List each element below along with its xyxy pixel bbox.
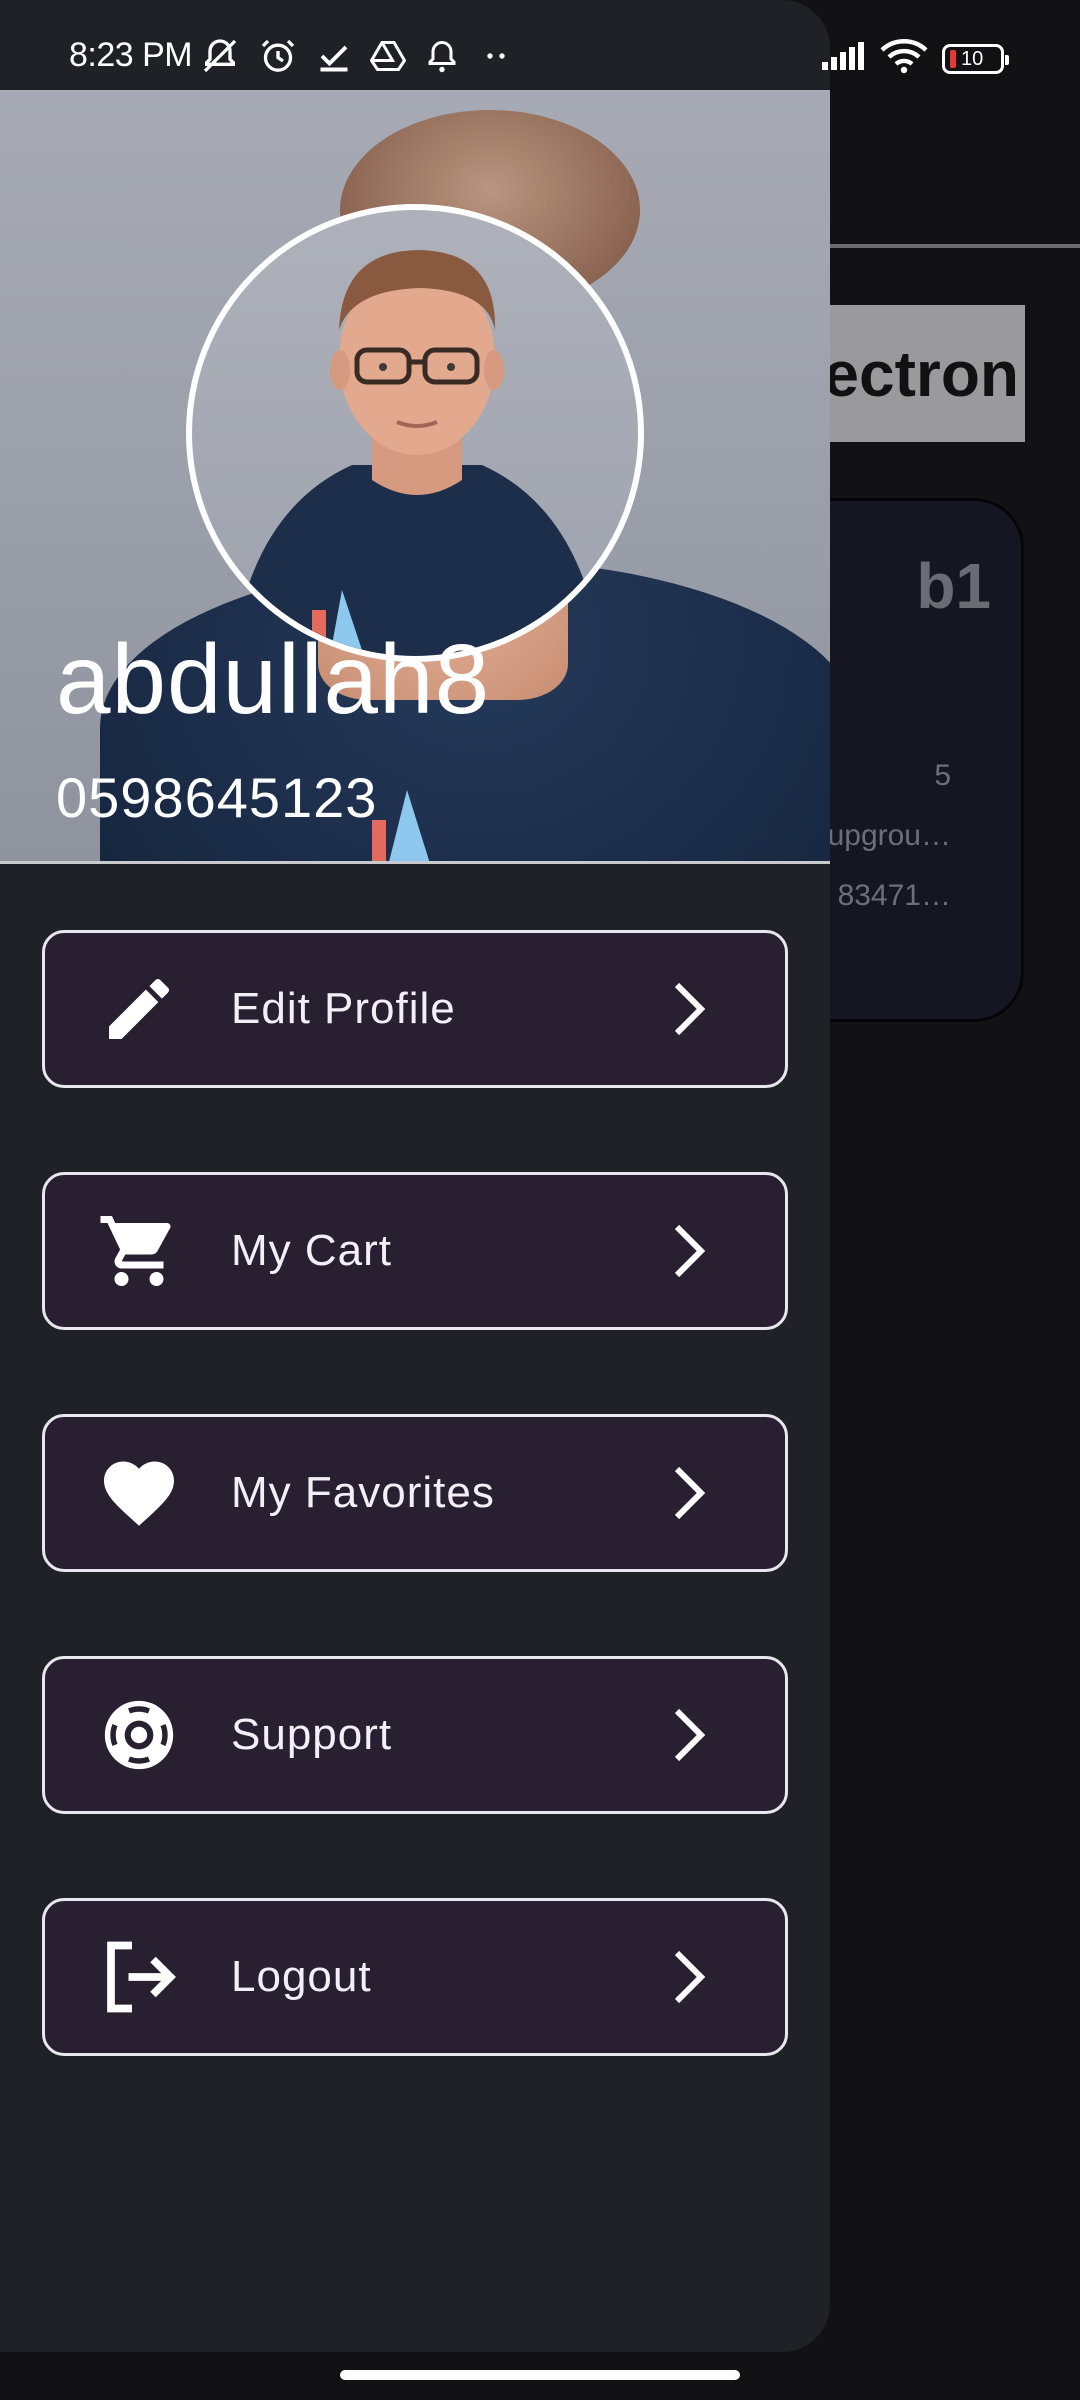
logout-icon	[97, 1935, 181, 2019]
background-divider	[830, 244, 1080, 248]
pencil-icon	[97, 967, 181, 1051]
chevron-right-icon	[674, 1224, 706, 1278]
menu-item-my-favorites[interactable]: My Favorites	[42, 1414, 788, 1572]
menu-item-label: My Cart	[231, 1226, 392, 1275]
battery-fill	[950, 49, 956, 68]
status-bar: 8:23 PM 10	[0, 0, 1080, 90]
chevron-right-icon	[674, 982, 706, 1036]
shirt-logo-icon	[372, 790, 430, 861]
profile-username: abdullah8	[56, 624, 491, 734]
muted-bell-icon	[200, 36, 240, 76]
menu-item-label: My Favorites	[231, 1468, 495, 1517]
background-card-line: upgrou…	[827, 819, 951, 852]
check-icon	[316, 38, 352, 74]
chevron-right-icon	[674, 1708, 706, 1762]
drawer-header: abdullah8 0598645123	[0, 90, 830, 864]
background-card-line: 5	[934, 759, 951, 792]
notification-bell-icon	[424, 38, 460, 74]
menu-item-label: Edit Profile	[231, 984, 456, 1033]
menu-item-label: Support	[231, 1710, 393, 1759]
chevron-right-icon	[674, 1950, 706, 2004]
home-indicator[interactable]	[340, 2370, 740, 2380]
menu-item-my-cart[interactable]: My Cart	[42, 1172, 788, 1330]
background-card-line: 83471…	[837, 879, 951, 912]
alarm-icon	[258, 36, 298, 76]
battery-icon: 10	[942, 43, 1009, 74]
drive-icon	[370, 38, 406, 74]
signal-icon	[820, 40, 866, 77]
menu-item-support[interactable]: Support	[42, 1656, 788, 1814]
profile-phone: 0598645123	[56, 766, 378, 829]
menu-item-label: Logout	[231, 1952, 372, 2001]
heart-icon	[97, 1451, 181, 1535]
status-icons-left	[200, 36, 514, 76]
navigation-drawer: abdullah8 0598645123 Edit Profile My Car…	[0, 0, 830, 2352]
menu-item-logout[interactable]: Logout	[42, 1898, 788, 2056]
lifebuoy-icon	[97, 1693, 181, 1777]
status-icons-right: 10	[820, 38, 1009, 79]
background-category-label: lectron	[805, 337, 1019, 410]
avatar[interactable]	[186, 204, 644, 662]
menu-item-edit-profile[interactable]: Edit Profile	[42, 930, 788, 1088]
battery-level: 10	[961, 47, 984, 70]
chevron-right-icon	[674, 1466, 706, 1520]
drawer-menu: Edit Profile My Cart My Favorites Suppor…	[42, 930, 788, 2140]
cart-icon	[97, 1209, 181, 1293]
wifi-icon	[880, 38, 928, 79]
status-time: 8:23 PM	[69, 36, 193, 74]
more-dots-icon	[478, 38, 514, 74]
